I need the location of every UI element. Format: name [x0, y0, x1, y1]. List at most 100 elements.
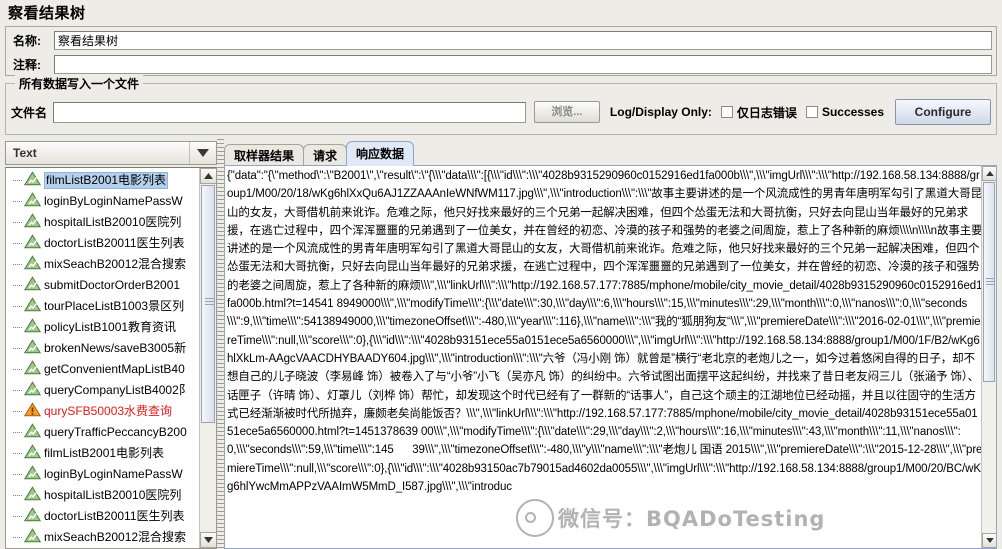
tree-item[interactable]: queryCompanyListB4002阝 [6, 380, 200, 401]
tree-item[interactable]: filmListB2001电影列表 [6, 170, 200, 191]
chevron-down-icon[interactable] [189, 142, 216, 164]
tree-item[interactable]: hospitalListB20010医院列 [6, 485, 200, 506]
tree-item-label: brokenNews/saveB3005新 [44, 341, 187, 355]
tree-item[interactable]: doctorListB20011医生列表 [6, 233, 200, 254]
name-label: 名称: [13, 33, 41, 48]
success-icon [23, 170, 44, 191]
tree-item[interactable]: getConvenientMapListB40 [6, 359, 200, 380]
tree-elbow-line [13, 180, 22, 181]
successes-checkbox-wrap[interactable]: Successes [805, 105, 884, 119]
tree-item-label: policyListB1001教育资讯 [44, 320, 177, 334]
tree-item[interactable]: filmListB2001电影列表 [6, 443, 200, 464]
tree-elbow-line [13, 306, 22, 307]
tree-item[interactable]: policyListB1001教育资讯 [6, 317, 200, 338]
tree-item[interactable]: loginByLoginNamePassW [6, 464, 200, 485]
tree-item-label: filmListB2001电影列表 [44, 172, 169, 189]
tree-elbow-line [13, 390, 22, 391]
jmeter-view-results-tree: 察看结果树 名称: 察看结果树 注释: 所有数据写入一个文件 文件名 浏览...… [0, 0, 1002, 549]
tree-item-label: doctorListB20011医生列表 [44, 236, 185, 250]
tab-label: 取样器结果 [234, 149, 295, 163]
response-scroll-down-button[interactable] [982, 533, 996, 548]
errors-checkbox[interactable] [720, 106, 733, 118]
success-icon [23, 464, 44, 485]
success-icon [23, 527, 44, 548]
meta-panel: 名称: 察看结果树 注释: [5, 26, 997, 76]
name-input[interactable]: 察看结果树 [54, 30, 992, 50]
file-group-title: 所有数据写入一个文件 [15, 75, 144, 92]
tree-item-label: loginByLoginNamePassW [44, 194, 183, 208]
tab-request[interactable]: 请求 [303, 144, 348, 166]
success-icon [23, 191, 44, 212]
results-tree-list[interactable]: filmListB2001电影列表 loginByLoginNamePassW ho… [6, 170, 200, 548]
successes-checkbox[interactable] [805, 106, 818, 118]
tree-elbow-line [13, 495, 22, 496]
success-icon [23, 506, 44, 527]
tree-item-label: tourPlaceListB1003景区列 [44, 299, 185, 313]
tree-item-label: queryCompanyListB4002阝 [44, 383, 191, 397]
page-title: 察看结果树 [8, 5, 86, 22]
success-icon [23, 485, 44, 506]
tree-item[interactable]: brokenNews/saveB3005新 [6, 338, 200, 359]
renderer-select[interactable]: Text [5, 141, 217, 165]
filename-input[interactable] [53, 101, 526, 123]
success-icon [23, 380, 44, 401]
tree-elbow-line [13, 516, 22, 517]
tree-scroll-up-button[interactable] [200, 168, 216, 184]
tree-item-label: mixSeachB20012混合搜索 [44, 257, 187, 271]
configure-button[interactable]: Configure [895, 99, 991, 125]
success-icon [23, 422, 44, 443]
tree-elbow-line [13, 327, 22, 328]
renderer-select-value: Text [13, 146, 37, 160]
tree-item[interactable]: queryTrafficPeccancyB200 [6, 422, 200, 443]
tree-item[interactable]: submitDoctorOrderB2001 [6, 275, 200, 296]
tab-sampler-result[interactable]: 取样器结果 [224, 144, 305, 166]
tab-response-data[interactable]: 响应数据 [346, 141, 415, 166]
tree-item[interactable]: mixSeachB20012混合搜索 [6, 527, 200, 548]
tree-elbow-line [13, 264, 22, 265]
response-data-text[interactable]: {"data":"{\"method\":\"B2001\",\"result\… [227, 167, 983, 548]
tree-item[interactable]: loginByLoginNamePassW [6, 191, 200, 212]
success-icon [23, 359, 44, 380]
successes-checkbox-label: Successes [821, 105, 884, 119]
response-scroll-grip [986, 278, 994, 285]
response-scroll-thumb[interactable] [983, 182, 995, 382]
tree-item[interactable]: doctorListB20011医生列表 [6, 506, 200, 527]
tree-elbow-line [13, 432, 22, 433]
tree-item[interactable]: mixSeachB20012混合搜索 [6, 254, 200, 275]
browse-button[interactable]: 浏览... [533, 101, 600, 123]
response-vertical-scrollbar[interactable] [981, 166, 996, 548]
tab-label: 响应数据 [356, 147, 405, 161]
log-display-only-label: Log/Display Only: [609, 105, 712, 119]
success-icon [23, 338, 44, 359]
errors-checkbox-wrap[interactable]: 仅日志错误 [720, 104, 797, 121]
tree-item[interactable]: hospitalListB20010医院列 [6, 212, 200, 233]
tree-item-label: doctorListB20011医生列表 [44, 509, 185, 523]
tree-item-label: mixSeachB20012混合搜索 [44, 530, 187, 544]
success-icon [23, 254, 44, 275]
success-icon [23, 443, 44, 464]
warning-icon [23, 401, 44, 422]
name-row: 名称: 察看结果树 [6, 29, 996, 51]
success-icon [23, 212, 44, 233]
tree-item-label: queryTrafficPeccancyB200 [44, 425, 187, 439]
comment-input[interactable] [54, 54, 992, 74]
success-icon [23, 317, 44, 338]
result-tabs[interactable]: 取样器结果 请求 响应数据 [224, 141, 415, 166]
tree-elbow-line [13, 453, 22, 454]
split-pane-divider[interactable] [217, 139, 224, 549]
comment-label: 注释: [13, 57, 41, 72]
tree-scroll-down-button[interactable] [200, 532, 216, 548]
tree-vertical-scrollbar[interactable] [199, 168, 216, 548]
tree-scroll-thumb[interactable] [201, 185, 215, 423]
response-data-panel[interactable]: {"data":"{\"method\":\"B2001\",\"result\… [224, 165, 997, 549]
tree-item[interactable]: qurySFB50003水费查询 [6, 401, 200, 422]
results-tree-panel[interactable]: filmListB2001电影列表 loginByLoginNamePassW ho… [5, 167, 217, 549]
response-scroll-up-button[interactable] [982, 166, 996, 181]
filename-label: 文件名 [11, 105, 48, 120]
success-icon [23, 296, 44, 317]
tree-elbow-line [13, 474, 22, 475]
tree-item-label: loginByLoginNamePassW [44, 467, 183, 481]
tree-item-label: getConvenientMapListB40 [44, 362, 185, 376]
tree-item-label: hospitalListB20010医院列 [44, 215, 182, 229]
tree-item[interactable]: tourPlaceListB1003景区列 [6, 296, 200, 317]
